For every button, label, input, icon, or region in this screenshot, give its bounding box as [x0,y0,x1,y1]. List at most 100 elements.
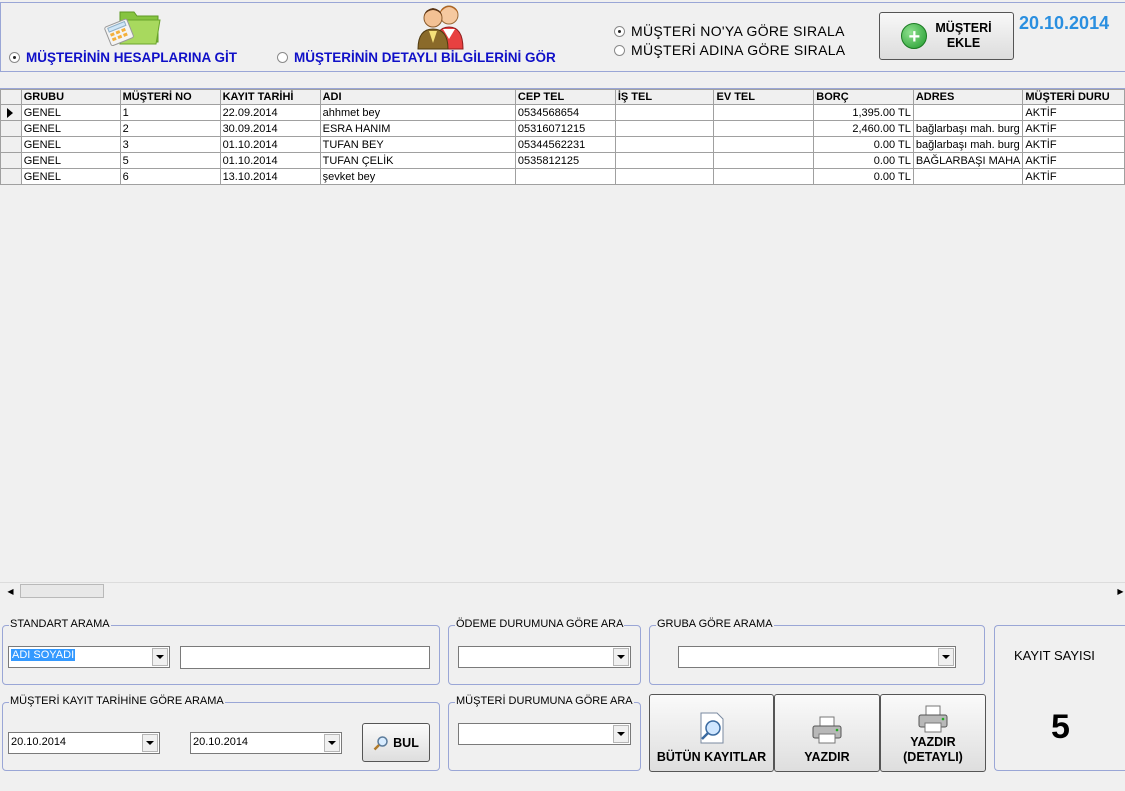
find-button[interactable]: BUL [362,723,430,762]
table-cell[interactable]: 5 [119,152,221,169]
scrollbar-thumb[interactable] [20,584,104,598]
table-cell[interactable]: 05316071215 [514,120,616,137]
table-row[interactable]: GENEL 5 01.10.2014 TUFAN ÇELİK 0535812125 0.0… [0,152,1125,169]
table-cell[interactable]: 0.00 TL [813,152,914,169]
table-row[interactable]: GENEL 6 13.10.2014 şevket bey 0.00 TL AKTİF [0,168,1125,185]
row-selector[interactable] [0,120,22,137]
nav-option-accounts[interactable]: MÜŞTERİNİN HESAPLARINA GİT [9,50,237,65]
group-select[interactable] [678,646,956,668]
table-row[interactable]: GENEL 1 22.09.2014 ahhmet bey 0534568654 1,39… [0,104,1125,121]
table-cell[interactable]: 0535812125 [514,152,616,169]
sort-option-customer-name[interactable]: MÜŞTERİ ADINA GÖRE SIRALA [614,42,845,58]
chevron-down-icon[interactable] [938,648,954,666]
chevron-down-icon[interactable] [152,648,168,666]
radio-button[interactable] [614,44,625,56]
row-selector[interactable] [0,136,22,153]
radio-button[interactable] [9,52,20,63]
date-from-picker[interactable]: 20.10.2014 [8,732,160,754]
chevron-down-icon[interactable] [324,734,340,752]
table-cell[interactable] [614,136,715,153]
chevron-down-icon[interactable] [613,725,629,743]
chevron-down-icon[interactable] [613,648,629,666]
table-cell[interactable]: AKTİF [1022,152,1125,169]
column-header[interactable]: EV TEL [713,89,815,105]
table-cell[interactable] [614,120,715,137]
table-cell[interactable] [713,104,815,121]
table-cell[interactable] [514,168,616,185]
chevron-down-icon[interactable] [142,734,158,752]
payment-status-select[interactable] [458,646,631,668]
table-cell[interactable]: bağlarbaşı mah. burg [912,120,1024,137]
column-header[interactable]: ADI [319,89,516,105]
horizontal-scrollbar[interactable]: ◀ ▶ [0,582,1125,599]
add-customer-button[interactable]: + MÜŞTERİ EKLE [879,12,1014,60]
table-cell[interactable] [614,152,715,169]
scroll-right-icon[interactable]: ▶ [1112,583,1125,599]
table-cell[interactable]: 3 [119,136,221,153]
customer-status-select[interactable] [458,723,631,745]
column-header[interactable]: KAYIT TARİHİ [219,89,321,105]
column-header[interactable]: MÜŞTERİ NO [119,89,221,105]
row-selector[interactable] [0,152,22,169]
all-records-button[interactable]: BÜTÜN KAYITLAR [649,694,774,772]
table-cell[interactable] [713,152,815,169]
column-header[interactable]: İŞ TEL [614,89,715,105]
table-cell[interactable]: AKTİF [1022,168,1125,185]
table-cell[interactable]: TUFAN BEY [319,136,516,153]
table-cell[interactable] [713,168,815,185]
table-cell[interactable]: ESRA HANIM [319,120,516,137]
table-cell[interactable]: 13.10.2014 [219,168,321,185]
table-cell[interactable]: TUFAN ÇELİK [319,152,516,169]
sort-option-customer-no[interactable]: MÜŞTERİ NO'YA GÖRE SIRALA [614,23,845,39]
table-cell[interactable]: şevket bey [319,168,516,185]
table-cell[interactable]: 6 [119,168,221,185]
table-cell[interactable]: 05344562231 [514,136,616,153]
table-cell[interactable] [912,104,1024,121]
column-header[interactable]: ADRES [912,89,1024,105]
print-button[interactable]: YAZDIR [774,694,880,772]
radio-button[interactable] [614,25,625,37]
table-cell[interactable]: BAĞLARBAŞI MAHA [912,152,1024,169]
table-cell[interactable]: 30.09.2014 [219,120,321,137]
table-cell[interactable]: 01.10.2014 [219,136,321,153]
table-cell[interactable] [614,168,715,185]
column-header[interactable]: MÜŞTERİ DURU [1022,89,1125,105]
table-cell[interactable]: bağlarbaşı mah. burg [912,136,1024,153]
radio-button[interactable] [277,52,288,63]
nav-option-details[interactable]: MÜŞTERİNİN DETAYLI BİLGİLERİNİ GÖR [277,50,556,65]
column-header[interactable]: GRUBU [20,89,121,105]
table-cell[interactable] [713,136,815,153]
column-header[interactable]: BORÇ [813,89,914,105]
table-cell[interactable] [912,168,1024,185]
row-selector[interactable] [0,168,22,185]
table-cell[interactable]: 0.00 TL [813,168,914,185]
date-to-picker[interactable]: 20.10.2014 [190,732,342,754]
table-cell[interactable]: 0.00 TL [813,136,914,153]
customer-grid[interactable]: GRUBU MÜŞTERİ NO KAYIT TARİHİ ADI CEP TE… [0,88,1125,600]
table-row[interactable]: GENEL 2 30.09.2014 ESRA HANIM 05316071215 2,4… [0,120,1125,137]
search-input[interactable] [180,646,430,669]
table-cell[interactable]: AKTİF [1022,136,1125,153]
table-cell[interactable]: GENEL [20,152,121,169]
table-cell[interactable]: AKTİF [1022,104,1125,121]
table-cell[interactable]: 1,395.00 TL [813,104,914,121]
table-cell[interactable]: 1 [119,104,221,121]
search-field-select[interactable]: ADI SOYADI [8,646,170,668]
table-cell[interactable]: GENEL [20,104,121,121]
table-cell[interactable]: ahhmet bey [319,104,516,121]
scroll-left-icon[interactable]: ◀ [2,583,19,599]
table-cell[interactable]: 01.10.2014 [219,152,321,169]
print-detailed-button[interactable]: YAZDIR (DETAYLI) [880,694,986,772]
table-row[interactable]: GENEL 3 01.10.2014 TUFAN BEY 05344562231 0.00… [0,136,1125,153]
table-cell[interactable]: GENEL [20,168,121,185]
column-header[interactable]: CEP TEL [514,89,616,105]
table-cell[interactable]: 2,460.00 TL [813,120,914,137]
row-selector[interactable] [0,104,22,121]
table-cell[interactable] [614,104,715,121]
table-cell[interactable]: AKTİF [1022,120,1125,137]
table-cell[interactable]: 2 [119,120,221,137]
table-cell[interactable]: GENEL [20,120,121,137]
table-cell[interactable]: GENEL [20,136,121,153]
table-cell[interactable] [713,120,815,137]
table-cell[interactable]: 22.09.2014 [219,104,321,121]
